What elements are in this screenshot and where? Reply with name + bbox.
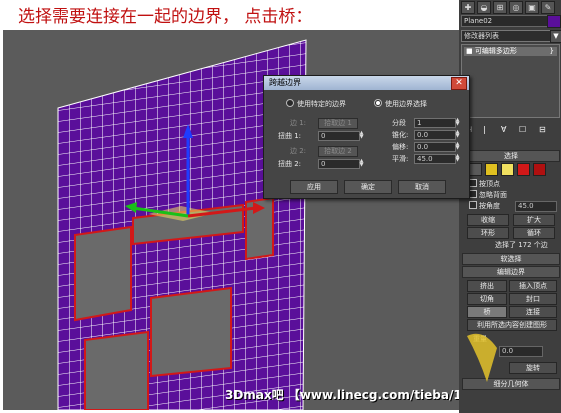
- modify-icon[interactable]: ◒: [477, 1, 491, 14]
- edge2-label: 边 2:: [290, 147, 307, 155]
- twist1-spinner[interactable]: 0: [318, 131, 360, 141]
- object-color-swatch[interactable]: [547, 15, 561, 28]
- segments-spinner[interactable]: 1: [414, 118, 456, 128]
- modifier-list-dropdown[interactable]: 修改器列表: [461, 30, 551, 42]
- soft-selection-rollout-header[interactable]: 软选择: [462, 253, 560, 265]
- motion-icon[interactable]: ◎: [509, 1, 523, 14]
- smooth-spinner[interactable]: 45.0: [414, 154, 456, 164]
- border-mode-icon[interactable]: [501, 163, 514, 176]
- hierarchy-icon[interactable]: ⊞: [493, 1, 507, 14]
- ring-button[interactable]: 环形: [467, 227, 509, 239]
- smooth-label: 平滑:: [392, 155, 409, 163]
- vertex-mode-icon[interactable]: [469, 163, 482, 176]
- stack-item-editable-poly[interactable]: ■ 可编辑多边形 }: [464, 47, 557, 56]
- smooth-spinner-arrows[interactable]: ▲ ▼: [455, 154, 460, 163]
- polygon-mode-icon[interactable]: [517, 163, 530, 176]
- bias-label: 偏移:: [392, 143, 409, 151]
- extrude-button[interactable]: 挤出: [467, 280, 507, 292]
- bridge-button[interactable]: 桥: [467, 306, 507, 318]
- segments-label: 分段: [392, 119, 406, 127]
- radio-border-selection[interactable]: 使用边界选择: [374, 99, 427, 109]
- bias-spinner[interactable]: 0.0: [414, 142, 456, 152]
- edit-borders-rollout-header[interactable]: 编辑边界: [462, 266, 560, 278]
- dialog-title-bar[interactable]: 跨越边界 ✕: [264, 76, 469, 90]
- shrink-button[interactable]: 收缩: [467, 214, 509, 226]
- selection-rollout-header[interactable]: 选择: [462, 150, 560, 162]
- object-name-field[interactable]: Plane02: [461, 15, 548, 27]
- grow-button[interactable]: 扩大: [513, 214, 555, 226]
- apply-button[interactable]: 应用: [290, 180, 338, 194]
- close-icon[interactable]: ✕: [451, 77, 467, 90]
- stack-item-bullet-icon: ■: [466, 47, 473, 55]
- by-vertex-checkbox[interactable]: 按顶点: [469, 179, 500, 189]
- bridge-borders-dialog: 跨越边界 ✕ 使用特定的边界 使用边界选择 边 1: 拾取边 1 扭曲 1: 0…: [263, 75, 470, 199]
- display-icon[interactable]: ▣: [525, 1, 539, 14]
- cap-button[interactable]: 封口: [509, 293, 557, 305]
- taper-label: 锥化:: [392, 131, 409, 139]
- cancel-button[interactable]: 取消: [398, 180, 446, 194]
- edge-mode-icon[interactable]: [485, 163, 498, 176]
- configure-sets-icon[interactable]: ⊟: [539, 125, 546, 137]
- selection-count-text: 选择了 172 个边: [495, 241, 548, 249]
- mesh-hole-lower-right: [150, 286, 232, 378]
- loop-button[interactable]: 循环: [513, 227, 555, 239]
- bias-spinner-arrows[interactable]: ▲ ▼: [455, 142, 460, 151]
- connect-button[interactable]: 连接: [509, 306, 557, 318]
- pick-edge1-button[interactable]: 拾取边 1: [318, 118, 358, 129]
- ok-button[interactable]: 确定: [344, 180, 392, 194]
- taper-spinner-arrows[interactable]: ▲ ▼: [455, 130, 460, 139]
- create-icon[interactable]: ✚: [461, 1, 475, 14]
- modifier-stack: ■ 可编辑多边形 }: [461, 44, 560, 118]
- chamfer-button[interactable]: 切角: [467, 293, 507, 305]
- pick-edge2-button[interactable]: 拾取边 2: [318, 146, 358, 157]
- watermark-text: 3Dmax吧 【www.linecg.com/tieba/1771】: [225, 388, 499, 402]
- twist1-label: 扭曲 1:: [278, 132, 302, 140]
- show-result-icon[interactable]: |: [483, 125, 486, 137]
- twist2-label: 扭曲 2:: [278, 160, 302, 168]
- command-panel: ✚ ◒ ⊞ ◎ ▣ ✎ Plane02 修改器列表 ▼ ■ 可编辑多边形 } ⊣…: [459, 0, 561, 413]
- segments-spinner-arrows[interactable]: ▲ ▼: [455, 118, 460, 127]
- weight-spinner[interactable]: 0.0: [499, 346, 543, 357]
- taper-spinner[interactable]: 0.0: [414, 130, 456, 140]
- remove-modifier-icon[interactable]: ☐: [519, 125, 526, 137]
- rotate-button[interactable]: 旋转: [509, 362, 557, 374]
- radio-specific-borders[interactable]: 使用特定的边界: [286, 99, 346, 109]
- edge1-label: 边 1:: [290, 119, 307, 127]
- chevron-down-icon[interactable]: ▼: [550, 30, 561, 43]
- angle-spinner[interactable]: 45.0: [515, 201, 557, 212]
- tutorial-caption: 选择需要连接在一起的边界， 点击桥：: [18, 7, 313, 27]
- element-mode-icon[interactable]: [533, 163, 546, 176]
- twist2-spinner-arrows[interactable]: ▲ ▼: [359, 159, 364, 168]
- stack-item-suffix: }: [549, 47, 554, 55]
- by-angle-checkbox[interactable]: 按角度: [469, 201, 500, 211]
- dialog-title: 跨越边界: [269, 78, 301, 87]
- ignore-backfacing-checkbox[interactable]: 忽略背面: [469, 190, 507, 200]
- mesh-hole-left: [74, 225, 132, 322]
- make-unique-icon[interactable]: ∀: [501, 125, 506, 137]
- twist2-spinner[interactable]: 0: [318, 159, 360, 169]
- insert-vertex-button[interactable]: 插入顶点: [509, 280, 557, 292]
- twist1-spinner-arrows[interactable]: ▲ ▼: [359, 131, 364, 140]
- utilities-icon[interactable]: ✎: [541, 1, 555, 14]
- mesh-hole-lower-left: [84, 330, 149, 410]
- logo-watermark-icon: [467, 333, 497, 382]
- stack-item-label: 可编辑多边形: [474, 47, 517, 55]
